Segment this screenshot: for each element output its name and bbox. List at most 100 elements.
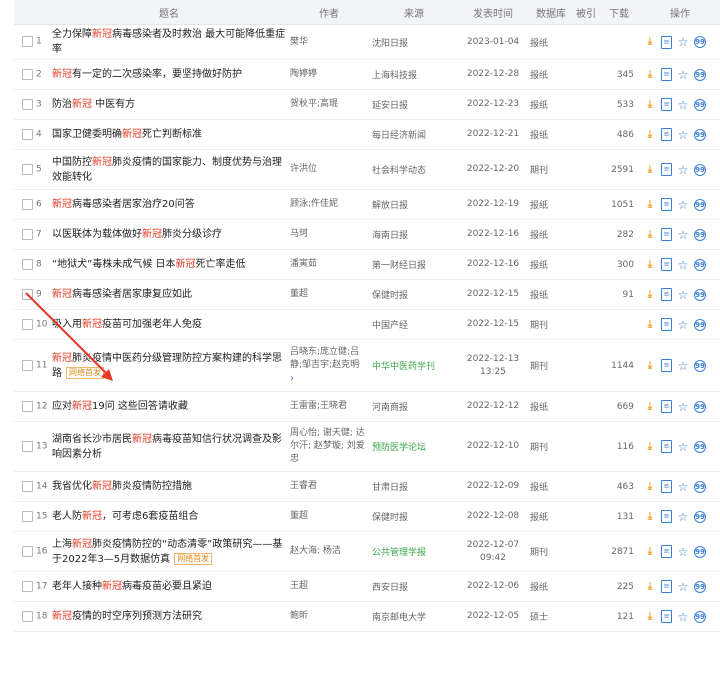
source[interactable]: 上海科技报 — [370, 59, 458, 90]
title-keyword-highlight[interactable]: 新冠 — [102, 581, 122, 592]
html-read-icon[interactable]: ≡ — [661, 258, 672, 271]
header-downloads[interactable]: 下载 — [598, 0, 640, 25]
table-row[interactable]: 18 新冠疫情的时空序列预测方法研究 鲍昕 南京邮电大学 2022-12-05 硕士 121… — [14, 601, 720, 632]
title-text-suffix[interactable]: 病毒感染者居家治疗20问答 — [72, 199, 195, 210]
star-icon[interactable]: ☆ — [677, 289, 689, 301]
star-icon[interactable]: ☆ — [677, 99, 689, 111]
title-text-suffix[interactable]: 死亡率走低 — [196, 259, 246, 270]
star-icon[interactable]: ☆ — [677, 546, 689, 558]
source[interactable]: 社会科学动态 — [370, 149, 458, 190]
author-names[interactable]: 贺秋平;高琨 — [290, 99, 338, 109]
html-read-icon[interactable]: ≡ — [661, 480, 672, 493]
author-names[interactable]: 董超 — [290, 511, 308, 521]
title-text-prefix[interactable]: 防治 — [52, 99, 72, 110]
article-title[interactable]: “地狱犬”毒株未成气候 日本新冠死亡率走低 — [50, 249, 288, 280]
html-read-icon[interactable]: ≡ — [661, 228, 672, 241]
html-read-icon[interactable]: ≡ — [661, 68, 672, 81]
article-title[interactable]: 上海新冠肺炎疫情防控的“动态清零”政策研究——基于2022年3—5月数据仿真 网络… — [50, 531, 288, 572]
authors[interactable]: 鲍昕 — [288, 601, 370, 632]
row-checkbox[interactable] — [22, 163, 33, 175]
title-text-prefix[interactable]: 全力保障 — [52, 29, 92, 40]
html-read-icon[interactable]: ≡ — [661, 359, 672, 372]
cite-icon[interactable]: 99 — [694, 258, 706, 271]
article-title[interactable]: 老年人接种新冠病毒疫苗必要且紧迫 — [50, 571, 288, 602]
row-checkbox[interactable] — [22, 198, 33, 210]
title-text-prefix[interactable]: “地狱犬”毒株未成气候 日本 — [52, 259, 176, 270]
row-checkbox[interactable] — [22, 610, 33, 622]
cite-icon[interactable]: 99 — [694, 198, 706, 211]
row-checkbox[interactable] — [22, 288, 33, 300]
title-text-prefix[interactable]: 以医联体为载体做好 — [52, 229, 142, 240]
title-keyword-highlight[interactable]: 新冠 — [82, 319, 102, 330]
html-read-icon[interactable]: ≡ — [661, 98, 672, 111]
authors[interactable]: 赵大海; 杨洁 — [288, 531, 370, 572]
star-icon[interactable]: ☆ — [677, 360, 689, 372]
authors[interactable]: 樊华 — [288, 24, 370, 60]
article-title[interactable]: 新冠肺炎疫情中医药分级管理防控方案构建的科学思路 网络首发 — [50, 339, 288, 392]
table-row[interactable]: 5 中国防控新冠肺炎疫情的国家能力、制度优势与治理效能转化 许洪位 社会科学动态 202… — [14, 149, 720, 190]
download-icon[interactable]: ⤓ — [644, 36, 656, 48]
article-title[interactable]: 吸入用新冠疫苗可加强老年人免疫 — [50, 309, 288, 340]
title-keyword-highlight[interactable]: 新冠 — [92, 481, 112, 492]
author-names[interactable]: 许洪位 — [290, 164, 317, 174]
html-read-icon[interactable]: ≡ — [661, 35, 672, 49]
download-icon[interactable]: ⤓ — [644, 289, 656, 301]
table-row[interactable]: 4 国家卫健委明确新冠死亡判断标准 每日经济新闻 2022-12-21 报纸 486 ⤓ ≡ ☆… — [14, 119, 720, 150]
header-source[interactable]: 来源 — [370, 0, 458, 25]
table-row[interactable]: 14 我省优化新冠肺炎疫情防控措施 王睿君 甘肃日报 2022-12-09 报纸 463 ⤓ ≡… — [14, 471, 720, 502]
title-text-suffix[interactable]: 19问 这些回答请收藏 — [92, 401, 188, 412]
header-author[interactable]: 作者 — [288, 0, 370, 25]
title-text-suffix[interactable]: 疫情的时空序列预测方法研究 — [72, 611, 202, 622]
row-checkbox[interactable] — [22, 545, 33, 557]
cite-icon[interactable]: 99 — [694, 510, 706, 523]
source[interactable]: 河南商报 — [370, 391, 458, 422]
cite-icon[interactable]: 99 — [694, 228, 706, 241]
source[interactable]: 预防医学论坛 — [370, 421, 458, 472]
star-icon[interactable]: ☆ — [677, 69, 689, 81]
title-text-suffix[interactable]: ，可考虑6套疫苗组合 — [102, 511, 198, 522]
row-checkbox[interactable] — [22, 400, 33, 412]
row-checkbox[interactable] — [22, 68, 33, 80]
html-read-icon[interactable]: ≡ — [661, 198, 672, 211]
article-title[interactable]: 新冠病毒感染者居家治疗20问答 — [50, 189, 288, 220]
title-keyword-highlight[interactable]: 新冠 — [142, 229, 162, 240]
star-icon[interactable]: ☆ — [677, 481, 689, 493]
authors[interactable]: 贺秋平;高琨 — [288, 89, 370, 120]
source[interactable]: 甘肃日报 — [370, 471, 458, 502]
html-read-icon[interactable]: ≡ — [661, 545, 672, 558]
download-icon[interactable]: ⤓ — [644, 229, 656, 241]
html-read-icon[interactable]: ≡ — [661, 440, 672, 453]
download-icon[interactable]: ⤓ — [644, 259, 656, 271]
html-read-icon[interactable]: ≡ — [661, 610, 672, 623]
download-icon[interactable]: ⤓ — [644, 360, 656, 372]
article-title[interactable]: 以医联体为载体做好新冠肺炎分级诊疗 — [50, 219, 288, 250]
cite-icon[interactable]: 99 — [694, 163, 706, 176]
article-title[interactable]: 老人防新冠，可考虑6套疫苗组合 — [50, 501, 288, 532]
title-text-suffix[interactable]: 肺炎疫情防控措施 — [112, 481, 192, 492]
table-row[interactable]: 1 全力保障新冠病毒感染者及时救治 最大可能降低重症率 樊华 沈阳日报 2023-01-… — [14, 24, 720, 60]
star-icon[interactable]: ☆ — [677, 401, 689, 413]
author-names[interactable]: 王雷雷;王晓君 — [290, 401, 347, 411]
html-read-icon[interactable]: ≡ — [661, 318, 672, 331]
title-keyword-highlight[interactable]: 新冠 — [82, 511, 102, 522]
authors[interactable]: 王睿君 — [288, 471, 370, 502]
title-keyword-highlight[interactable]: 新冠 — [52, 199, 72, 210]
cite-icon[interactable]: 99 — [694, 128, 706, 141]
html-read-icon[interactable]: ≡ — [661, 580, 672, 593]
title-keyword-highlight[interactable]: 新冠 — [92, 157, 112, 168]
article-title[interactable]: 新冠有一定的二次感染率，要坚持做好防护 — [50, 59, 288, 90]
header-database[interactable]: 数据库 — [528, 0, 574, 25]
title-keyword-highlight[interactable]: 新冠 — [122, 129, 142, 140]
author-names[interactable]: 吕晓东;庞立健;吕静;邹吉宇;赵克明 — [290, 347, 359, 370]
title-text-suffix[interactable]: 疫苗可加强老年人免疫 — [102, 319, 202, 330]
header-title[interactable]: 题名 — [50, 0, 288, 25]
html-read-icon[interactable]: ≡ — [661, 128, 672, 141]
table-row[interactable]: 13 湖南省长沙市居民新冠病毒疫苗知信行状况调查及影响因素分析 周心怡; 谢天健; … — [14, 421, 720, 472]
title-keyword-highlight[interactable]: 新冠 — [52, 611, 72, 622]
article-title[interactable]: 应对新冠19问 这些回答请收藏 — [50, 391, 288, 422]
table-row[interactable]: 12 应对新冠19问 这些回答请收藏 王雷雷;王晓君 河南商报 2022-12-12 报纸… — [14, 391, 720, 422]
table-row[interactable]: 11 新冠肺炎疫情中医药分级管理防控方案构建的科学思路 网络首发 吕晓东;庞立健;吕静… — [14, 339, 720, 392]
cite-icon[interactable]: 99 — [694, 545, 706, 558]
article-title[interactable]: 湖南省长沙市居民新冠病毒疫苗知信行状况调查及影响因素分析 — [50, 421, 288, 472]
row-checkbox[interactable] — [22, 128, 33, 140]
